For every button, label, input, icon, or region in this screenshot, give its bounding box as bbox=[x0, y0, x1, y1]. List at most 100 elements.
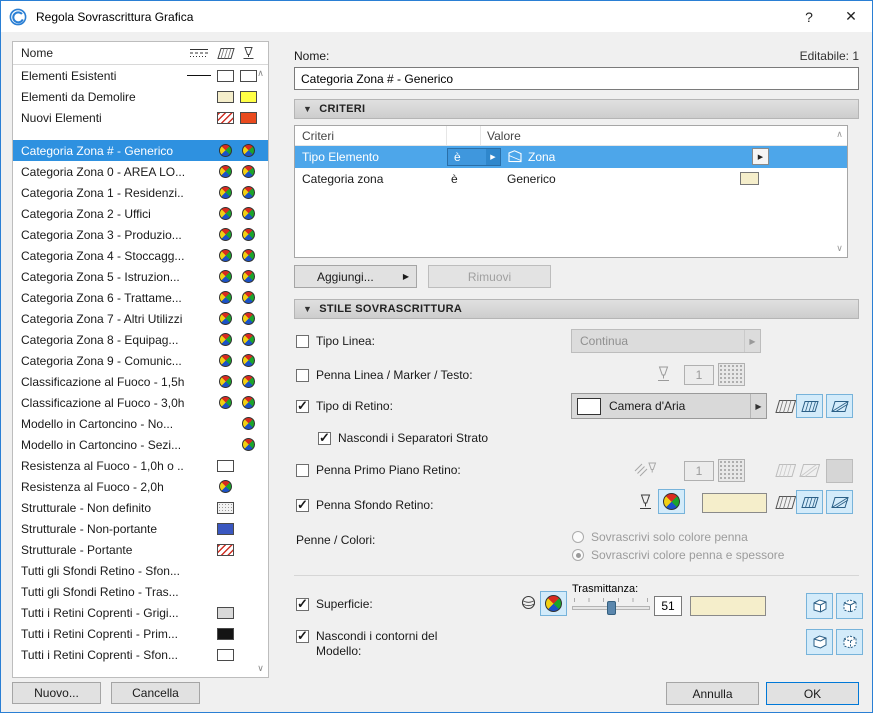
cancella-button[interactable]: Cancella bbox=[111, 682, 200, 704]
stile-section-header[interactable]: ▼ STILE SOVRASCRITTURA bbox=[294, 299, 859, 319]
list-item[interactable]: Categoria Zona 1 - Residenzi... bbox=[13, 182, 268, 203]
list-item[interactable]: Classificazione al Fuoco - 3,0h bbox=[13, 392, 268, 413]
graphic-override-rule-dialog: Regola Sovrascrittura Grafica ? ✕ Nome E… bbox=[0, 0, 873, 713]
list-item[interactable]: Categoria Zona 2 - Uffici bbox=[13, 203, 268, 224]
superficie-color-preview[interactable] bbox=[690, 596, 766, 616]
list-item[interactable]: Modello in Cartoncino - Sezi... bbox=[13, 434, 268, 455]
scroll-up-chevron-icon[interactable]: ∧ bbox=[255, 68, 266, 79]
radio-colore-spessore bbox=[572, 549, 584, 561]
list-item[interactable]: Resistenza al Fuoco - 1,0h o ... bbox=[13, 455, 268, 476]
list-item[interactable]: Categoria Zona 7 - Altri Utilizzi bbox=[13, 308, 268, 329]
list-item[interactable]: Tutti i Retini Coprenti - Grigi... bbox=[13, 602, 268, 623]
list-item-label: Tutti gli Sfondi Retino - Sfon... bbox=[13, 564, 184, 578]
list-item[interactable]: Categoria Zona 9 - Comunic... bbox=[13, 350, 268, 371]
contorni-model-button[interactable] bbox=[806, 629, 833, 655]
fill-preview-swatch bbox=[217, 460, 234, 472]
trasmittanza-slider-thumb[interactable] bbox=[607, 601, 616, 615]
fill-bg-distort-button[interactable] bbox=[826, 490, 853, 514]
operator-dropdown[interactable]: è ▶ bbox=[447, 148, 501, 166]
list-item[interactable]: Elementi da Demolire bbox=[13, 86, 268, 107]
pen-preview-swatch bbox=[242, 186, 255, 199]
scroll-down-chevron-icon[interactable]: ∨ bbox=[834, 243, 845, 254]
scroll-up-chevron-icon[interactable]: ∧ bbox=[834, 129, 845, 140]
superficie-checkbox[interactable] bbox=[296, 598, 309, 611]
contorni-model-dashed-button[interactable] bbox=[836, 629, 863, 655]
fill-orientation-distort-button[interactable] bbox=[826, 394, 853, 418]
list-item-label: Categoria Zona 3 - Produzio... bbox=[13, 228, 184, 242]
rule-name-input[interactable] bbox=[294, 67, 859, 90]
superficie-apply-3d-button[interactable] bbox=[806, 593, 833, 619]
list-item-label: Categoria Zona 6 - Trattame... bbox=[13, 291, 184, 305]
pen-preview-swatch bbox=[242, 228, 255, 241]
criteria-row-tipo-elemento[interactable]: Tipo Elemento è ▶ Zona ▶ bbox=[295, 146, 847, 168]
rule-list: Elementi Esistenti Elementi da Demolire … bbox=[13, 65, 268, 677]
list-spacer bbox=[13, 128, 268, 140]
fill-bg-link-button[interactable] bbox=[796, 490, 823, 514]
list-item[interactable]: Categoria Zona 8 - Equipag... bbox=[13, 329, 268, 350]
list-item[interactable]: Strutturale - Non definito bbox=[13, 497, 268, 518]
fill-orientation-link-button[interactable] bbox=[796, 394, 823, 418]
penna-sfondo-color-preview[interactable] bbox=[702, 493, 767, 513]
scroll-down-chevron-icon[interactable]: ∨ bbox=[255, 663, 266, 674]
list-item-label: Elementi Esistenti bbox=[13, 69, 184, 83]
list-item[interactable]: Tutti gli Sfondi Retino - Sfon... bbox=[13, 560, 268, 581]
list-item[interactable]: Categoria Zona # - Generico bbox=[13, 140, 268, 161]
penna-linea-pen-number: 1 bbox=[684, 365, 714, 385]
ok-button[interactable]: OK bbox=[766, 682, 859, 705]
stile-section-title: STILE SOVRASCRITTURA bbox=[319, 303, 462, 315]
list-item[interactable]: Tutti i Retini Coprenti - Sfon... bbox=[13, 644, 268, 665]
list-item[interactable]: Categoria Zona 6 - Trattame... bbox=[13, 287, 268, 308]
aggiungi-button[interactable]: Aggiungi... ▶ bbox=[294, 265, 417, 288]
nascondi-separatori-row: Nascondi i Separatori Strato bbox=[318, 431, 488, 446]
criteria-row-categoria-zona[interactable]: Categoria zona è Generico bbox=[295, 168, 847, 190]
tipo-retino-dropdown[interactable]: Camera d'Aria ▶ bbox=[571, 393, 767, 419]
trasmittanza-value-field[interactable]: 51 bbox=[654, 596, 682, 616]
penna-sfondo-color-pie-button[interactable] bbox=[658, 489, 685, 514]
nascondi-separatori-checkbox[interactable] bbox=[318, 432, 331, 445]
list-item-label: Resistenza al Fuoco - 2,0h bbox=[13, 480, 184, 494]
criteri-table: Criteri Valore Tipo Elemento è ▶ Zona ▶ bbox=[294, 125, 848, 258]
penna-linea-checkbox[interactable] bbox=[296, 369, 309, 382]
list-item-label: Classificazione al Fuoco - 1,5h bbox=[13, 375, 184, 389]
penna-primo-pen-number: 1 bbox=[684, 461, 714, 481]
help-button[interactable]: ? bbox=[788, 1, 830, 32]
list-item[interactable]: Nuovi Elementi bbox=[13, 107, 268, 128]
trasmittanza-slider[interactable] bbox=[572, 598, 650, 614]
list-item[interactable]: Elementi Esistenti bbox=[13, 65, 268, 86]
list-item[interactable]: Strutturale - Portante bbox=[13, 539, 268, 560]
penna-primo-checkbox[interactable] bbox=[296, 464, 309, 477]
dropdown-arrow-icon: ▶ bbox=[486, 149, 500, 165]
annulla-button[interactable]: Annulla bbox=[666, 682, 759, 705]
list-item[interactable]: Categoria Zona 5 - Istruzion... bbox=[13, 266, 268, 287]
list-item[interactable]: Resistenza al Fuoco - 2,0h bbox=[13, 476, 268, 497]
fill-preview-swatch bbox=[219, 270, 232, 283]
list-item[interactable]: Tutti i Retini Coprenti - Prim... bbox=[13, 623, 268, 644]
list-item[interactable]: Modello in Cartoncino - No... bbox=[13, 413, 268, 434]
criteri-section-header[interactable]: ▼ CRITERI bbox=[294, 99, 859, 119]
list-item-label: Modello in Cartoncino - Sezi... bbox=[13, 438, 184, 452]
list-item-label: Tutti i Retini Coprenti - Sfon... bbox=[13, 648, 184, 662]
superficie-apply-all-button[interactable] bbox=[836, 593, 863, 619]
list-item[interactable]: Classificazione al Fuoco - 1,5h bbox=[13, 371, 268, 392]
list-item[interactable]: Categoria Zona 4 - Stoccagg... bbox=[13, 245, 268, 266]
superficie-color-pie-button[interactable] bbox=[540, 591, 567, 616]
close-button[interactable]: ✕ bbox=[830, 1, 872, 32]
list-item-label: Elementi da Demolire bbox=[13, 90, 184, 104]
tipo-linea-checkbox[interactable] bbox=[296, 335, 309, 348]
nascondi-contorni-checkbox[interactable] bbox=[296, 630, 309, 643]
pen-preview-swatch bbox=[242, 144, 255, 157]
radio-solo-colore bbox=[572, 531, 584, 543]
value-picker-button[interactable]: ▶ bbox=[752, 148, 769, 165]
nuovo-button[interactable]: Nuovo... bbox=[12, 682, 101, 704]
penna-sfondo-checkbox[interactable] bbox=[296, 499, 309, 512]
linetype-column-icon bbox=[184, 47, 214, 59]
list-item[interactable]: Categoria Zona 3 - Produzio... bbox=[13, 224, 268, 245]
list-item[interactable]: Strutturale - Non-portante bbox=[13, 518, 268, 539]
superficie-label: Superficie: bbox=[316, 597, 373, 612]
tipo-retino-checkbox[interactable] bbox=[296, 400, 309, 413]
list-item-label: Strutturale - Non definito bbox=[13, 501, 184, 515]
fill-preview-swatch bbox=[217, 544, 234, 556]
list-item[interactable]: Tutti gli Sfondi Retino - Tras... bbox=[13, 581, 268, 602]
pen-preview-swatch bbox=[242, 333, 255, 346]
list-item[interactable]: Categoria Zona 0 - AREA LO... bbox=[13, 161, 268, 182]
